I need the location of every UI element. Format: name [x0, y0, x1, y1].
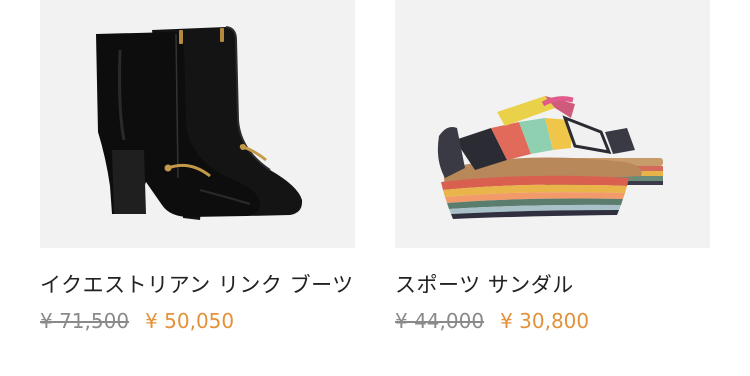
- product-card[interactable]: イクエストリアン リンク ブーツ ¥ 71,500 ¥ 50,050: [40, 0, 355, 336]
- original-price: ¥ 71,500: [40, 309, 130, 333]
- price-row: ¥ 44,000 ¥ 30,800: [395, 306, 710, 336]
- product-image-sandal[interactable]: [395, 0, 710, 248]
- sale-price: ¥ 30,800: [500, 309, 590, 333]
- boots-illustration: [96, 26, 303, 220]
- product-image-boots[interactable]: [40, 0, 355, 248]
- original-price: ¥ 44,000: [395, 309, 485, 333]
- sandal-illustration: [437, 96, 663, 219]
- sale-price: ¥ 50,050: [145, 309, 235, 333]
- product-card[interactable]: スポーツ サンダル ¥ 44,000 ¥ 30,800: [395, 0, 710, 336]
- product-name[interactable]: スポーツ サンダル: [395, 268, 710, 302]
- price-row: ¥ 71,500 ¥ 50,050: [40, 306, 355, 336]
- product-name[interactable]: イクエストリアン リンク ブーツ: [40, 268, 355, 302]
